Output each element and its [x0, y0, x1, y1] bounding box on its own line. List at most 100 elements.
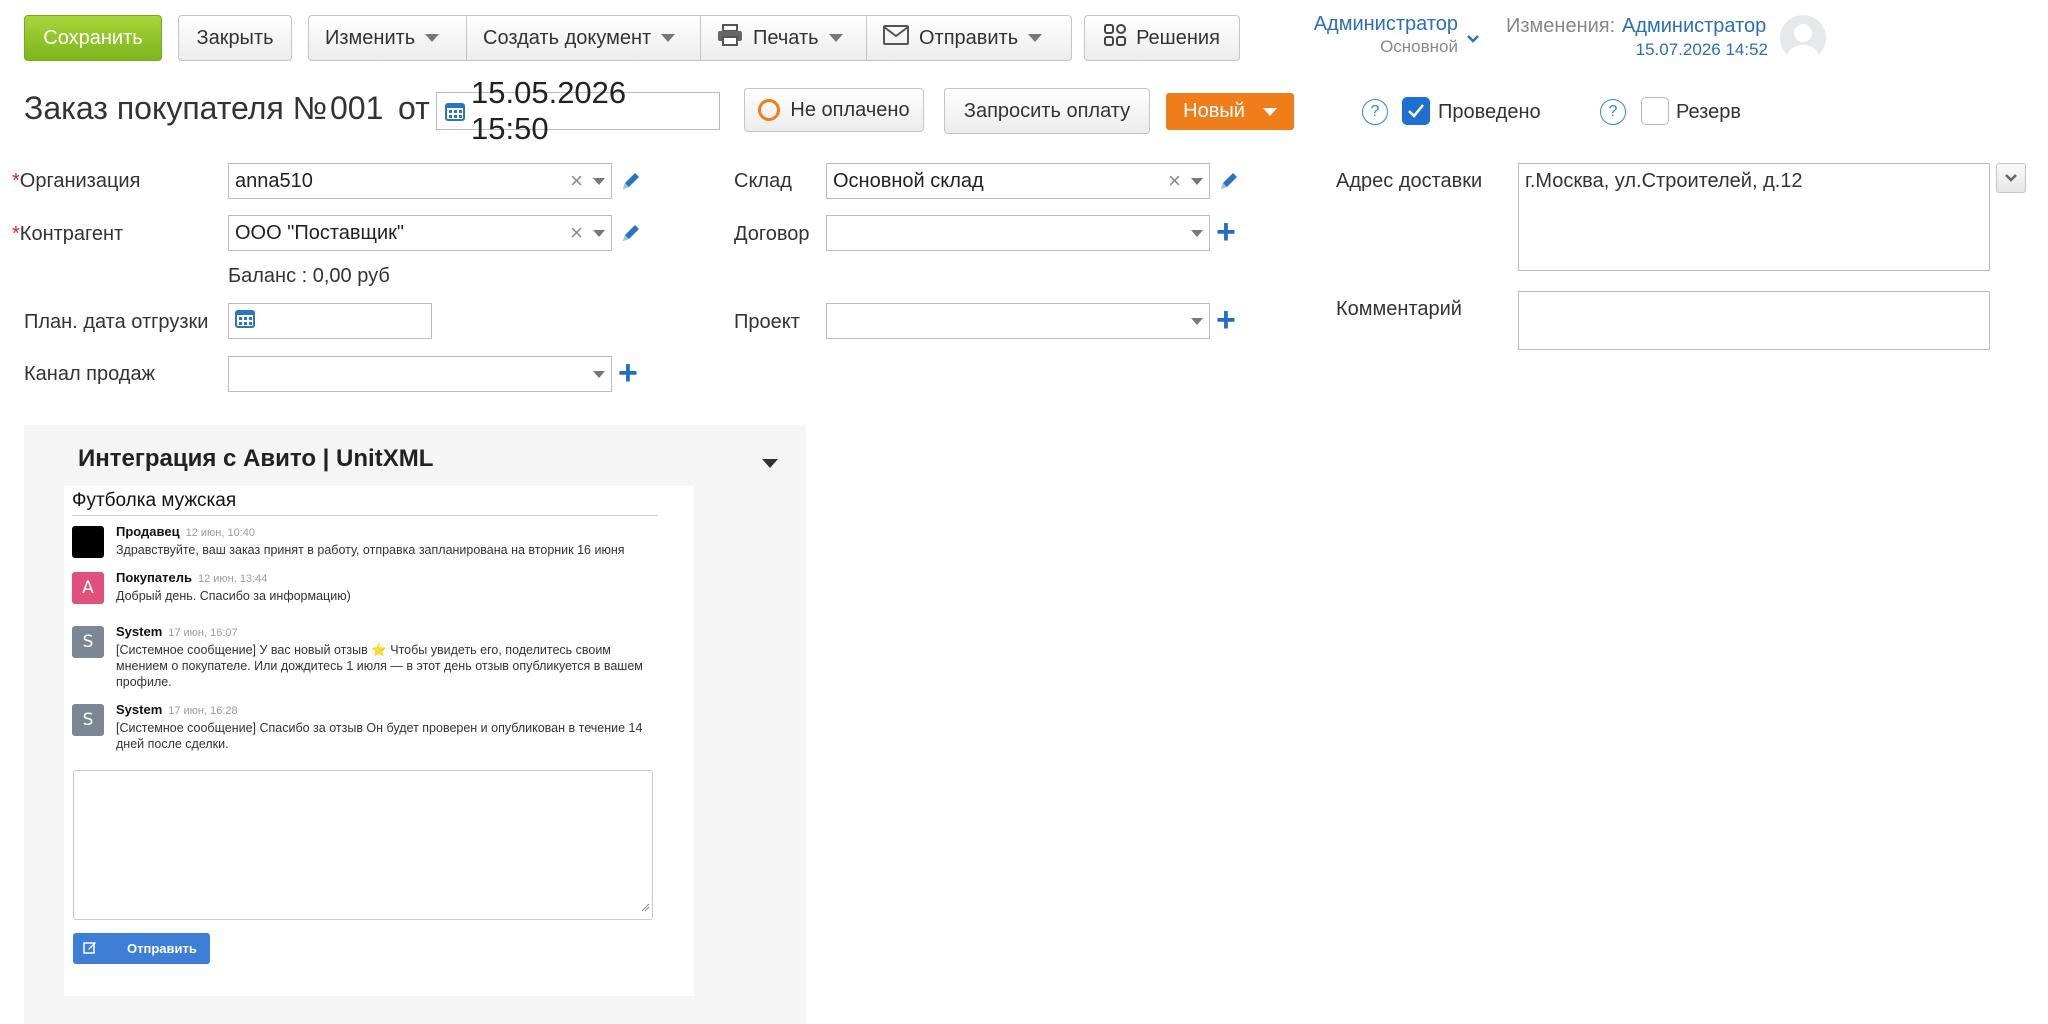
payment-status-label: Не оплачено	[790, 98, 910, 121]
ship-date-label: План. дата отгрузки	[24, 311, 209, 333]
warehouse-select[interactable]: Основной склад ×	[826, 163, 1210, 199]
user-menu[interactable]: Администратор Основной	[1312, 13, 1482, 59]
edit-menu-label: Изменить	[325, 26, 416, 49]
message-author: System 17 июн, 16:28	[116, 702, 238, 717]
message-avatar: S	[72, 626, 104, 658]
send-button[interactable]: Отправить	[867, 16, 1071, 60]
counterparty-select[interactable]: ООО "Поставщик" ×	[228, 215, 612, 251]
message-text: [Системное сообщение] У вас новый отзыв …	[116, 643, 643, 689]
calendar-icon[interactable]	[235, 308, 255, 334]
posted-label: Проведено	[1438, 101, 1541, 123]
calendar-icon[interactable]	[445, 101, 465, 121]
user-avatar[interactable]	[1780, 15, 1826, 61]
posted-checkbox[interactable]	[1402, 97, 1430, 125]
create-document-label: Создать документ	[483, 26, 652, 49]
order-date-value: 15.05.2026 15:50	[471, 75, 627, 146]
sales-channel-select[interactable]	[228, 356, 612, 392]
toolbar-action-group: Изменить Создать документ Печать Отправи…	[308, 15, 1072, 61]
save-button-label: Сохранить	[43, 26, 143, 49]
add-contract-icon[interactable]: +	[1216, 215, 1236, 249]
delivery-address-field[interactable]: г.Москва, ул.Строителей, д.12	[1518, 163, 1990, 271]
chevron-down-icon[interactable]	[593, 229, 605, 237]
message-text: [Системное сообщение] Спасибо за отзыв О…	[116, 721, 643, 751]
create-document-button[interactable]: Создать документ	[467, 16, 701, 60]
request-payment-button[interactable]: Запросить оплату	[944, 88, 1150, 134]
reply-textarea[interactable]	[73, 770, 653, 920]
changes-date: 15.07.2026 14:52	[1635, 40, 1768, 59]
delivery-address-label: Адрес доставки	[1336, 170, 1483, 192]
reserve-checkbox[interactable]	[1641, 97, 1669, 125]
ship-date-field[interactable]	[228, 303, 432, 339]
contract-select[interactable]	[826, 215, 1210, 251]
expand-address-button[interactable]	[1996, 163, 2026, 193]
edit-pencil-icon[interactable]	[620, 222, 642, 244]
changes-author-link[interactable]: Администратор	[1622, 15, 1766, 38]
request-payment-label: Запросить оплату	[963, 99, 1131, 122]
chevron-down-icon	[661, 34, 676, 42]
sales-channel-label: Канал продаж	[24, 363, 155, 385]
clear-icon[interactable]: ×	[1168, 170, 1181, 192]
chevron-down-icon[interactable]	[593, 370, 605, 378]
user-name: Администратор	[1313, 13, 1458, 35]
message-author: System 17 июн, 16:07	[116, 624, 238, 639]
organization-value: anna510	[235, 169, 313, 192]
counterparty-value: ООО "Поставщик"	[235, 221, 404, 244]
chat-send-label: Отправить	[127, 941, 197, 956]
collapse-panel-icon[interactable]	[762, 455, 778, 473]
solutions-label: Решения	[1136, 26, 1220, 49]
apps-grid-icon	[1104, 24, 1127, 52]
chat-send-button[interactable]: Отправить	[73, 933, 210, 964]
changes-info: Изменения: Администратор 15.07.2026 14:5…	[1506, 13, 1768, 61]
add-sales-channel-icon[interactable]: +	[618, 356, 638, 390]
payment-status-button[interactable]: Не оплачено	[744, 88, 924, 132]
chevron-down-icon[interactable]	[593, 177, 605, 185]
project-label: Проект	[734, 311, 800, 333]
help-icon[interactable]: ?	[1600, 99, 1626, 125]
organization-select[interactable]: anna510 ×	[228, 163, 612, 199]
order-from-label: от	[398, 90, 430, 126]
checkmark-icon	[1408, 104, 1424, 118]
chevron-down-icon[interactable]	[1191, 177, 1203, 185]
edit-menu-button[interactable]: Изменить	[309, 16, 467, 60]
chevron-down-icon[interactable]	[1191, 317, 1203, 325]
status-label: Новый	[1183, 100, 1245, 122]
print-button[interactable]: Печать	[701, 16, 867, 60]
order-number[interactable]: 001	[330, 90, 383, 127]
integration-panel: Интеграция с Авито | UnitXML Футболка му…	[24, 425, 806, 1024]
balance-text: Баланс : 0,00 руб	[228, 265, 390, 287]
message-avatar	[72, 526, 104, 558]
message-author: Покупатель 12 июн, 13:44	[116, 570, 268, 585]
clear-icon[interactable]: ×	[570, 222, 583, 244]
chevron-down-icon	[1262, 107, 1277, 116]
status-dropdown[interactable]: Новый	[1166, 93, 1294, 130]
message-time: 12 июн, 10:40	[185, 527, 255, 539]
message-text: Добрый день. Спасибо за информацию)	[116, 589, 351, 603]
close-button[interactable]: Закрыть	[178, 15, 292, 61]
user-role: Основной	[1380, 37, 1458, 56]
save-button[interactable]: Сохранить	[24, 15, 162, 61]
clear-icon[interactable]: ×	[570, 170, 583, 192]
help-icon[interactable]: ?	[1362, 99, 1388, 125]
message-time: 17 июн, 16:28	[168, 705, 238, 717]
chevron-down-icon	[1466, 31, 1480, 49]
changes-label: Изменения:	[1506, 15, 1616, 37]
print-label: Печать	[753, 26, 819, 49]
integration-panel-title: Интеграция с Авито | UnitXML	[78, 445, 434, 472]
printer-icon	[717, 24, 743, 52]
message-author: Продавец 12 июн, 10:40	[116, 524, 255, 539]
circle-status-icon	[758, 99, 781, 121]
add-project-icon[interactable]: +	[1216, 303, 1236, 337]
edit-pencil-icon[interactable]	[620, 170, 642, 192]
order-date-field[interactable]: 15.05.2026 15:50	[436, 75, 720, 146]
reserve-label: Резерв	[1676, 101, 1741, 123]
resize-handle-icon[interactable]	[640, 899, 650, 917]
contract-label: Договор	[734, 223, 810, 245]
solutions-button[interactable]: Решения	[1084, 15, 1240, 61]
message-avatar: S	[72, 704, 104, 736]
edit-pencil-icon[interactable]	[1218, 170, 1240, 192]
comment-field[interactable]	[1518, 291, 1990, 350]
message-time: 17 июн, 16:07	[168, 627, 238, 639]
page-title: Заказ покупателя №	[24, 90, 327, 127]
chevron-down-icon[interactable]	[1191, 229, 1203, 237]
project-select[interactable]	[826, 303, 1210, 339]
